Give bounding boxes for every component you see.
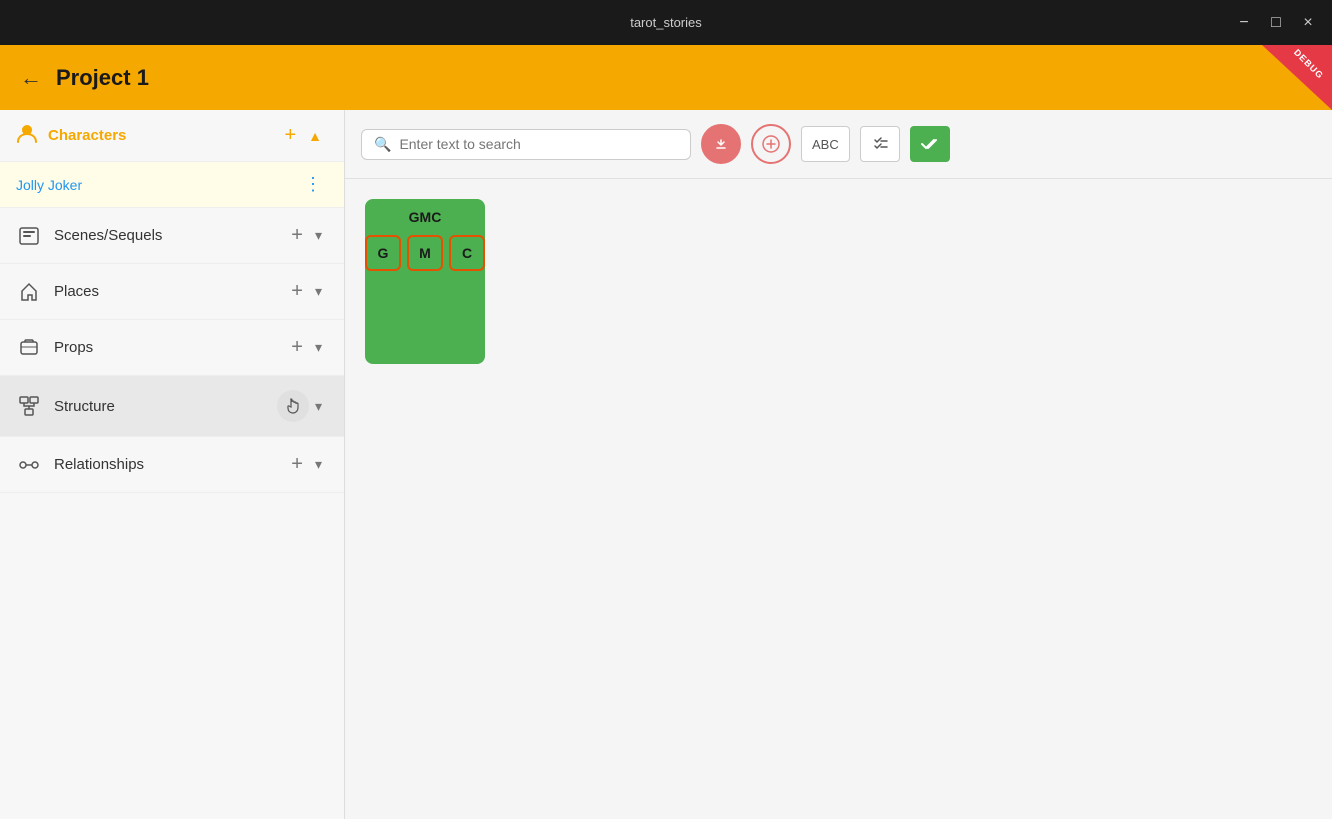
sidebar-item-relationships[interactable]: Relationships + ▾ — [0, 437, 344, 493]
content-area: GMC G M C — [345, 179, 1332, 819]
abc-button[interactable]: ABC — [801, 126, 850, 162]
app-title: tarot_stories — [630, 15, 702, 30]
scenes-icon — [16, 223, 42, 249]
props-collapse-button[interactable]: ▾ — [309, 337, 328, 358]
structure-label: Structure — [54, 398, 277, 415]
toolbar: 🔍 ABC — [345, 110, 1332, 179]
project-title: Project 1 — [56, 65, 149, 91]
hand-pointer-icon — [285, 398, 301, 414]
places-icon — [16, 279, 42, 305]
sidebar-item-places[interactable]: Places + ▾ — [0, 264, 344, 320]
characters-section-header[interactable]: Characters + ▲ — [0, 110, 344, 162]
characters-icon — [16, 122, 38, 149]
add-button[interactable] — [751, 124, 791, 164]
sidebar: Characters + ▲ Jolly Joker ⋮ Scenes/S — [0, 110, 345, 819]
search-box: 🔍 — [361, 129, 691, 160]
props-icon — [16, 335, 42, 361]
double-check-icon — [920, 135, 940, 153]
relationships-label: Relationships — [54, 456, 285, 473]
search-icon: 🔍 — [374, 136, 391, 153]
structure-icon — [16, 393, 42, 419]
places-label: Places — [54, 283, 285, 300]
plus-circle-icon — [762, 135, 780, 153]
props-label: Props — [54, 339, 285, 356]
topbar: ← Project 1 DEBUG — [0, 45, 1332, 110]
relationships-icon — [16, 452, 42, 478]
sidebar-item-scenes-sequels[interactable]: Scenes/Sequels + ▾ — [0, 208, 344, 264]
places-collapse-button[interactable]: ▾ — [309, 281, 328, 302]
debug-label: DEBUG — [1292, 47, 1326, 81]
characters-add-button[interactable]: + — [278, 122, 302, 149]
relationships-collapse-button[interactable]: ▾ — [309, 454, 328, 475]
search-input[interactable] — [399, 136, 678, 152]
abc-label: ABC — [812, 137, 839, 152]
download-icon — [712, 135, 730, 153]
checklist-icon — [871, 135, 889, 153]
sidebar-item-structure[interactable]: Structure ▾ — [0, 376, 344, 437]
gmc-title: GMC — [409, 209, 442, 225]
scenes-add-button[interactable]: + — [285, 222, 309, 249]
props-add-button[interactable]: + — [285, 334, 309, 361]
structure-add-hover[interactable] — [277, 390, 309, 422]
characters-label: Characters — [48, 127, 278, 144]
maximize-button[interactable]: □ — [1264, 11, 1288, 35]
right-panel: 🔍 ABC — [345, 110, 1332, 819]
characters-collapse-button[interactable]: ▲ — [302, 126, 328, 146]
checklist-button[interactable] — [860, 126, 900, 162]
app-body: ← Project 1 DEBUG Characters + ▲ — [0, 45, 1332, 819]
gmc-card[interactable]: GMC G M C — [365, 199, 485, 364]
window-controls: − □ × — [1232, 11, 1320, 35]
scenes-collapse-button[interactable]: ▾ — [309, 225, 328, 246]
minimize-button[interactable]: − — [1232, 11, 1256, 35]
gmc-buttons: G M C — [365, 235, 485, 271]
titlebar: tarot_stories − □ × — [0, 0, 1332, 45]
gmc-g-button[interactable]: G — [365, 235, 401, 271]
download-button[interactable] — [701, 124, 741, 164]
character-name: Jolly Joker — [16, 177, 298, 193]
green-check-button[interactable] — [910, 126, 950, 162]
character-item-jolly-joker[interactable]: Jolly Joker ⋮ — [0, 162, 344, 208]
gmc-m-button[interactable]: M — [407, 235, 443, 271]
sidebar-item-props[interactable]: Props + ▾ — [0, 320, 344, 376]
close-button[interactable]: × — [1296, 11, 1320, 35]
structure-collapse-button[interactable]: ▾ — [309, 396, 328, 417]
gmc-c-button[interactable]: C — [449, 235, 485, 271]
debug-badge: DEBUG — [1262, 45, 1332, 110]
places-add-button[interactable]: + — [285, 278, 309, 305]
character-menu-button[interactable]: ⋮ — [298, 172, 328, 197]
scenes-label: Scenes/Sequels — [54, 227, 285, 244]
back-button[interactable]: ← — [20, 65, 42, 91]
relationships-add-button[interactable]: + — [285, 451, 309, 478]
main-content: Characters + ▲ Jolly Joker ⋮ Scenes/S — [0, 110, 1332, 819]
